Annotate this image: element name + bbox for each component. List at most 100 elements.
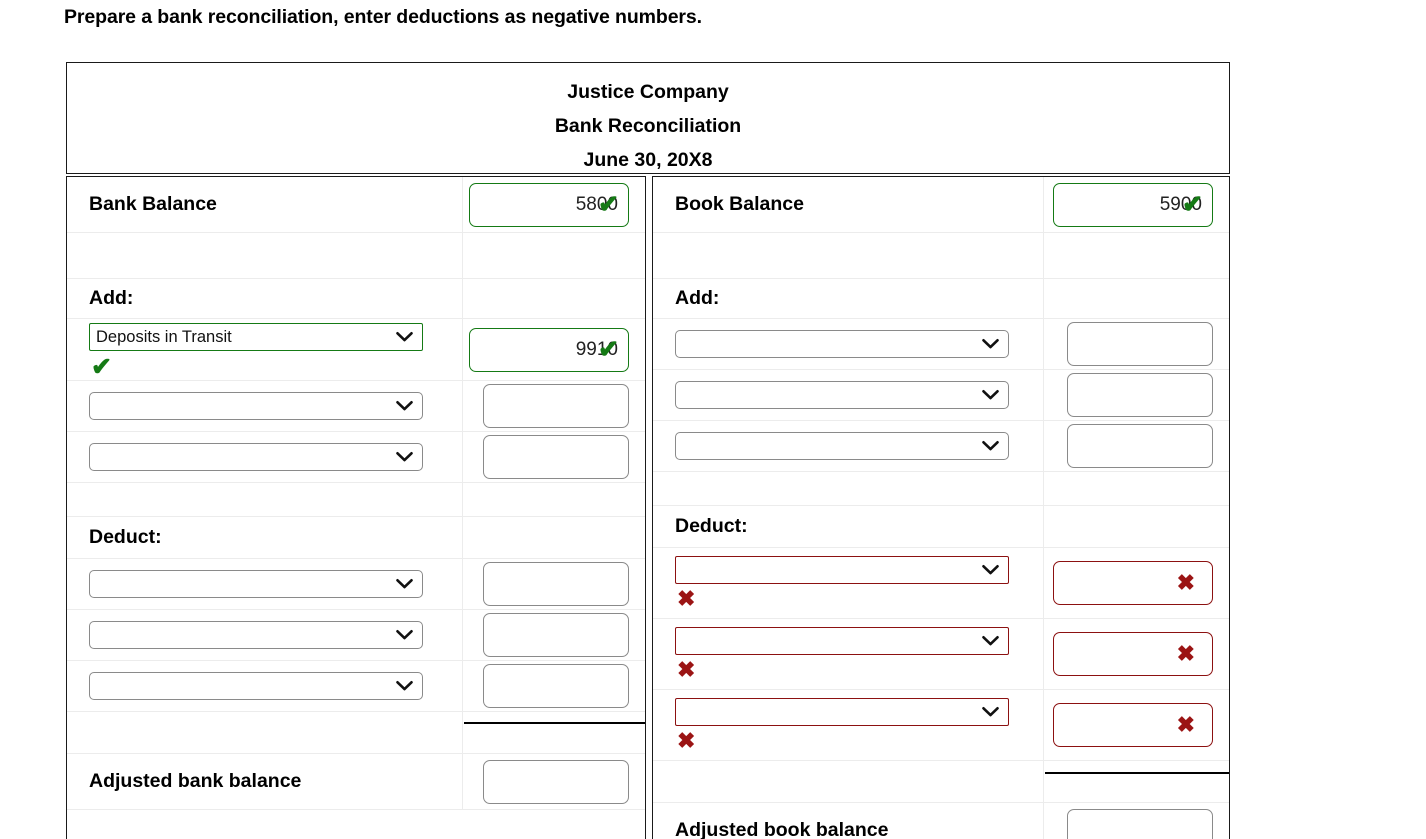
page-title: Prepare a bank reconciliation, enter ded… <box>64 6 702 28</box>
book-add-row-1 <box>653 319 1229 370</box>
statement-header-panel: Justice Company Bank Reconciliation June… <box>66 62 1230 174</box>
bank-adjusted-label: Adjusted bank balance <box>89 770 302 792</box>
book-balance-input[interactable] <box>1053 182 1213 227</box>
bank-add-amount-cell-2 <box>463 381 645 431</box>
book-spacer-amount-3 <box>1044 761 1229 802</box>
book-add-header-row: Add: <box>653 279 1229 319</box>
bank-add-amount-3[interactable] <box>483 435 629 479</box>
book-deduct-select-wrap-1 <box>675 556 1009 584</box>
bank-add-select-1[interactable]: Deposits in Transit <box>89 322 423 351</box>
book-add-amount-cell-2 <box>1044 370 1229 420</box>
book-add-select-cell-2 <box>653 370 1044 420</box>
bank-deduct-select-cell-3 <box>67 661 463 711</box>
bank-deduct-amount-2[interactable] <box>483 613 629 657</box>
book-spacer-row-1 <box>653 233 1229 279</box>
book-deduct-select-cell-3: ✖ <box>653 690 1044 760</box>
bank-spacer-label-2 <box>67 483 463 516</box>
book-add-amount-cell-3 <box>1044 421 1229 471</box>
book-deduct-amount-wrap-3: ✖ <box>1053 703 1213 747</box>
statement-document: Bank Reconciliation <box>554 115 742 137</box>
bank-deduct-select-2[interactable] <box>89 621 423 649</box>
bank-spacer-amount-1 <box>463 233 645 278</box>
book-panel: Book Balance ✔ Add: <box>652 176 1230 839</box>
bank-add-row-2 <box>67 381 645 432</box>
bank-deduct-amount-cell-3 <box>463 661 645 711</box>
book-deduct-select-3[interactable] <box>675 698 1009 726</box>
bank-spacer-amount-3 <box>463 712 645 753</box>
bank-panel: Bank Balance ✔ Add: <box>66 176 646 839</box>
bank-deduct-select-3[interactable] <box>89 672 423 700</box>
bank-add-header-row: Add: <box>67 279 645 319</box>
bank-deduct-select-wrap-3 <box>89 672 423 700</box>
reconciliation-panels: Bank Balance ✔ Add: <box>66 176 1230 839</box>
bank-deduct-amount-spacer <box>463 517 645 558</box>
book-deduct-amount-2[interactable] <box>1053 632 1213 676</box>
bank-add-select-cell-2 <box>67 381 463 431</box>
book-add-select-cell-1 <box>653 319 1044 369</box>
bank-adjusted-input[interactable] <box>483 759 629 804</box>
bank-deduct-select-1[interactable] <box>89 570 423 598</box>
book-deduct-amount-spacer <box>1044 506 1229 547</box>
bank-adjusted-label-cell: Adjusted bank balance <box>67 754 463 809</box>
book-add-amount-2[interactable] <box>1067 373 1213 417</box>
book-deduct-amount-wrap-2: ✖ <box>1053 632 1213 676</box>
book-add-amount-3[interactable] <box>1067 424 1213 468</box>
book-deduct-amount-1[interactable] <box>1053 561 1213 605</box>
book-adjusted-amount-cell <box>1044 803 1229 839</box>
bank-add-select-wrap-2 <box>89 392 423 420</box>
book-add-row-3 <box>653 421 1229 472</box>
bank-deduct-amount-1[interactable] <box>483 562 629 606</box>
book-spacer-label-1 <box>653 233 1044 278</box>
bank-deduct-amount-3[interactable] <box>483 664 629 708</box>
bank-add-label-cell: Add: <box>67 279 463 318</box>
cross-icon: ✖ <box>677 728 696 753</box>
book-deduct-select-2[interactable] <box>675 627 1009 655</box>
book-deduct-select-wrap-3 <box>675 698 1009 726</box>
book-balance-row: Book Balance ✔ <box>653 177 1229 233</box>
bank-deduct-amount-cell-1 <box>463 559 645 609</box>
book-add-select-2[interactable] <box>675 381 1009 409</box>
book-add-amount-spacer <box>1044 279 1229 318</box>
bank-balance-input[interactable] <box>469 182 629 227</box>
book-deduct-amount-3[interactable] <box>1053 703 1213 747</box>
book-total-rule <box>1045 772 1229 774</box>
book-add-row-2 <box>653 370 1229 421</box>
book-deduct-amount-cell-1: ✖ <box>1044 548 1229 618</box>
book-add-amount-1[interactable] <box>1067 322 1213 366</box>
statement-company: Justice Company <box>567 81 729 103</box>
book-deduct-select-wrap-2 <box>675 627 1009 655</box>
book-add-select-wrap-1 <box>675 330 1009 358</box>
bank-deduct-select-wrap-2 <box>89 621 423 649</box>
bank-balance-amount-cell: ✔ <box>463 177 645 232</box>
book-add-label: Add: <box>675 287 720 309</box>
book-deduct-row-2: ✖ ✖ <box>653 619 1229 690</box>
book-deduct-select-1[interactable] <box>675 556 1009 584</box>
bank-spacer-label-3 <box>67 712 463 753</box>
check-icon: ✔ <box>91 352 112 381</box>
bank-deduct-label: Deduct: <box>89 526 162 548</box>
bank-add-amount-2[interactable] <box>483 384 629 428</box>
book-adjusted-label-cell: Adjusted book balance <box>653 803 1044 839</box>
bank-add-row-3 <box>67 432 645 483</box>
bank-spacer-label-1 <box>67 233 463 278</box>
bank-balance-row: Bank Balance ✔ <box>67 177 645 233</box>
bank-add-select-3[interactable] <box>89 443 423 471</box>
book-adjusted-input[interactable] <box>1067 808 1213 839</box>
bank-deduct-amount-cell-2 <box>463 610 645 660</box>
book-balance-input-wrap: ✔ <box>1053 182 1213 227</box>
book-add-select-3[interactable] <box>675 432 1009 460</box>
book-add-label-cell: Add: <box>653 279 1044 318</box>
bank-deduct-row-2 <box>67 610 645 661</box>
bank-deduct-select-cell-2 <box>67 610 463 660</box>
book-deduct-amount-cell-2: ✖ <box>1044 619 1229 689</box>
bank-add-select-2[interactable] <box>89 392 423 420</box>
bank-add-select-wrap-1: Deposits in Transit <box>89 322 423 351</box>
book-balance-label: Book Balance <box>675 193 804 215</box>
book-spacer-label-3 <box>653 761 1044 802</box>
book-deduct-label: Deduct: <box>675 515 748 537</box>
bank-deduct-header-row: Deduct: <box>67 517 645 559</box>
book-add-select-1[interactable] <box>675 330 1009 358</box>
bank-add-amount-1[interactable] <box>469 327 629 372</box>
bank-deduct-row-3 <box>67 661 645 712</box>
book-add-amount-cell-1 <box>1044 319 1229 369</box>
